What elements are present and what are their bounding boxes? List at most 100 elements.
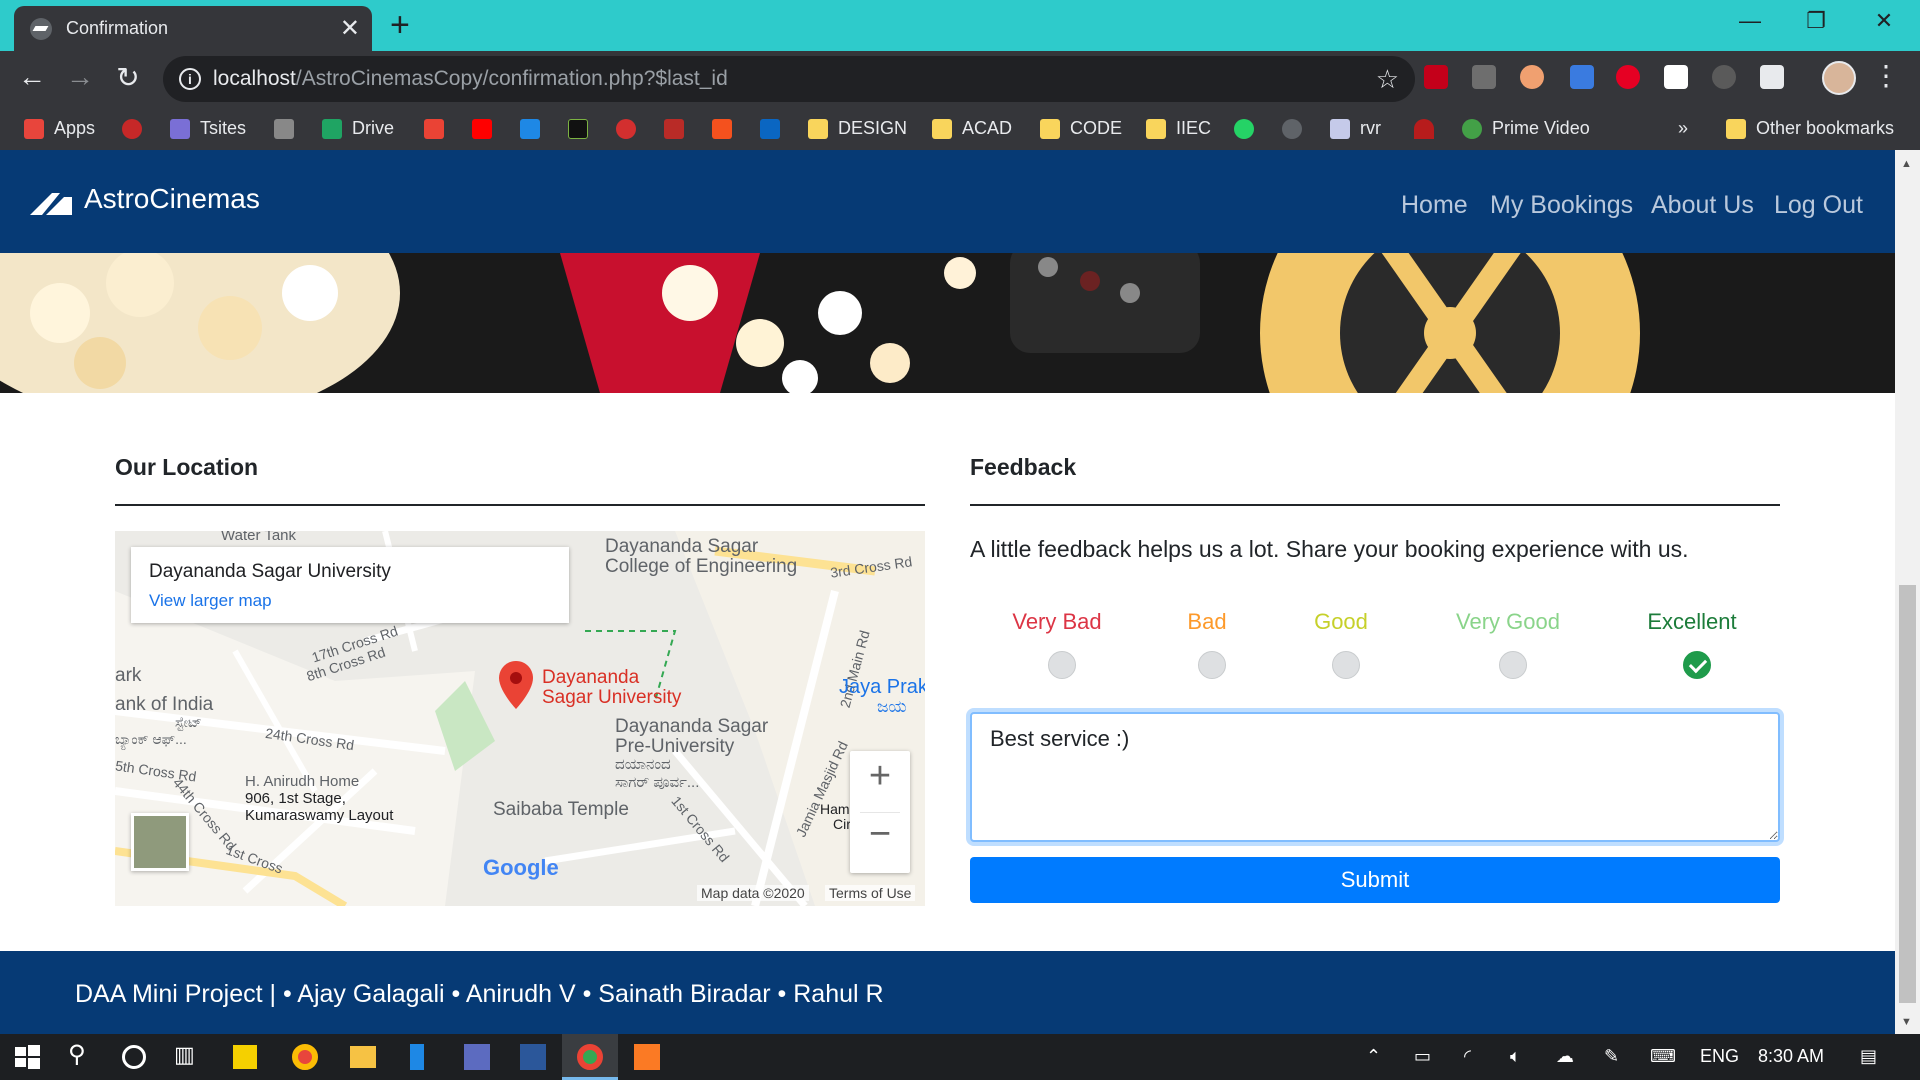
close-tab-icon[interactable]: ✕ xyxy=(340,14,360,43)
word-icon[interactable] xyxy=(520,1044,546,1070)
bookmark-astro[interactable] xyxy=(1282,107,1312,150)
bookmark-youtube[interactable] xyxy=(472,107,502,150)
dark-mode-extension-icon[interactable] xyxy=(1712,65,1736,89)
bookmark-iiec[interactable]: IIEC xyxy=(1146,107,1211,150)
submit-button[interactable]: Submit xyxy=(970,857,1780,903)
clock-time[interactable]: 8:30 AM xyxy=(1758,1046,1824,1067)
close-window-icon[interactable]: ✕ xyxy=(1864,8,1904,34)
bookmark-apps[interactable]: Apps xyxy=(24,107,95,150)
pen-extension-icon[interactable] xyxy=(1570,65,1594,89)
map-label-bank-3: ಬ್ಯಾಂಕ್ ಆಫ್... xyxy=(115,731,187,747)
scroll-down-icon[interactable]: ▼ xyxy=(1901,1016,1912,1028)
show-hidden-icons[interactable]: ⌃ xyxy=(1366,1046,1381,1067)
onedrive-icon[interactable]: ☁ xyxy=(1556,1046,1574,1067)
notion-extension-icon[interactable] xyxy=(1664,65,1688,89)
bookmark-other[interactable]: Other bookmarks xyxy=(1726,107,1894,150)
bookmark-star[interactable] xyxy=(568,107,598,150)
rating-excellent-radio[interactable] xyxy=(1683,651,1711,679)
wifi-icon[interactable]: ◜ xyxy=(1464,1046,1471,1067)
nav-log-out[interactable]: Log Out xyxy=(1774,191,1863,220)
cortana-icon[interactable] xyxy=(122,1045,146,1069)
address-bar[interactable]: i localhost/AstroCinemasCopy/confirmatio… xyxy=(163,56,1415,102)
bookmark-gauge[interactable] xyxy=(1414,107,1444,150)
forward-icon[interactable]: → xyxy=(62,61,98,93)
zoom-out-icon[interactable]: − xyxy=(850,813,910,856)
rating-bad-radio[interactable] xyxy=(1198,651,1226,679)
zoom-in-icon[interactable]: + xyxy=(850,755,910,798)
embedded-map[interactable]: Dayananda Sagar University View larger m… xyxy=(115,531,925,906)
bookmark-globe[interactable] xyxy=(122,107,152,150)
nav-my-bookings[interactable]: My Bookings xyxy=(1490,191,1633,220)
chrome-taskbar-icon[interactable] xyxy=(292,1044,318,1070)
input-language[interactable]: ENG xyxy=(1700,1046,1739,1067)
bookmark-whatsapp[interactable] xyxy=(1234,107,1264,150)
bookmark-linkedin[interactable] xyxy=(760,107,790,150)
map-label-preu-1: Dayananda Sagar xyxy=(615,716,769,737)
page-scrollbar[interactable]: ▲ ▼ xyxy=(1895,150,1920,1034)
new-tab-button[interactable]: + xyxy=(390,6,410,44)
map-label-jaya-1: Jaya Prak xyxy=(839,676,925,698)
window-extension-icon[interactable] xyxy=(1760,65,1784,89)
restore-icon[interactable]: ❐ xyxy=(1796,8,1836,34)
site-info-icon[interactable]: i xyxy=(179,68,201,90)
view-larger-map-link[interactable]: View larger map xyxy=(149,591,272,611)
chrome-active-taskbar-slot[interactable] xyxy=(562,1034,618,1080)
map-terms-link[interactable]: Terms of Use xyxy=(825,885,916,901)
profile-avatar[interactable] xyxy=(1822,61,1856,95)
search-icon[interactable]: ⚲ xyxy=(68,1040,86,1069)
map-satellite-toggle[interactable] xyxy=(131,813,189,871)
bookmark-code[interactable]: CODE xyxy=(1040,107,1122,150)
bookmark-q[interactable] xyxy=(664,107,694,150)
task-view-icon[interactable]: ▥ xyxy=(174,1042,195,1068)
bookmark-acad[interactable]: ACAD xyxy=(932,107,1012,150)
bookmark-star-icon[interactable]: ☆ xyxy=(1376,64,1399,95)
browser-menu-icon[interactable]: ⋮ xyxy=(1872,59,1900,92)
pinterest-extension-icon[interactable] xyxy=(1616,65,1640,89)
bookmark-label: IIEC xyxy=(1176,118,1212,138)
windows-start-icon[interactable] xyxy=(12,1042,42,1072)
bookmark-design[interactable]: DESIGN xyxy=(808,107,907,150)
site-favicon-icon xyxy=(30,18,52,40)
bookmark-gmail[interactable] xyxy=(424,107,454,150)
bookmark-rvr[interactable]: rvr xyxy=(1330,107,1381,150)
volume-icon[interactable]: 🔈︎ xyxy=(1510,1046,1521,1067)
battery-icon[interactable]: ▭ xyxy=(1414,1046,1431,1067)
rating-very-good-radio[interactable] xyxy=(1499,651,1527,679)
nav-home[interactable]: Home xyxy=(1401,191,1468,220)
keyboard-icon[interactable]: ⌨ xyxy=(1650,1046,1676,1067)
bookmark-prime[interactable]: Prime Video xyxy=(1462,107,1590,150)
minimize-icon[interactable]: — xyxy=(1730,8,1770,34)
lightbulb-extension-icon[interactable] xyxy=(1472,65,1496,89)
file-explorer-icon[interactable] xyxy=(350,1046,376,1068)
bookmark-tsites[interactable]: Tsites xyxy=(170,107,246,150)
scrollbar-thumb[interactable] xyxy=(1899,585,1916,1003)
bookmarks-overflow[interactable]: » xyxy=(1678,107,1688,150)
bookmark-ub[interactable] xyxy=(274,107,304,150)
nav-about-us[interactable]: About Us xyxy=(1651,191,1754,220)
scroll-up-icon[interactable]: ▲ xyxy=(1901,158,1912,170)
reload-icon[interactable]: ↻ xyxy=(110,61,146,94)
feedback-textarea[interactable]: Best service :) xyxy=(970,712,1780,842)
map-label-ham-2: Cir xyxy=(833,816,851,832)
bookmarks-bar: Apps Tsites Drive DESIGN ACAD CODE IIEC … xyxy=(0,107,1920,150)
tab-strip: Confirmation ✕ + — ❐ ✕ xyxy=(0,0,1920,51)
brand-name[interactable]: AstroCinemas xyxy=(84,183,260,215)
rating-good-radio[interactable] xyxy=(1332,651,1360,679)
back-icon[interactable]: ← xyxy=(14,61,50,93)
network-app-icon[interactable] xyxy=(464,1044,490,1070)
xampp-icon[interactable] xyxy=(634,1044,660,1070)
bookmark-tdf[interactable] xyxy=(520,107,550,150)
astro-logo-icon[interactable] xyxy=(30,191,72,215)
phone-app-icon[interactable] xyxy=(410,1044,424,1070)
map-pin-icon[interactable] xyxy=(499,661,533,709)
action-center-icon[interactable]: ▤ xyxy=(1860,1046,1877,1067)
ublock-extension-icon[interactable] xyxy=(1424,65,1448,89)
dropper-extension-icon[interactable] xyxy=(1520,65,1544,89)
sticky-notes-icon[interactable] xyxy=(233,1045,257,1069)
bookmark-ball[interactable] xyxy=(616,107,646,150)
bookmark-drive[interactable]: Drive xyxy=(322,107,394,150)
rating-very-bad-radio[interactable] xyxy=(1048,651,1076,679)
pen-icon[interactable]: ✎ xyxy=(1604,1046,1619,1067)
tab-confirmation[interactable]: Confirmation ✕ xyxy=(14,6,372,51)
bookmark-g[interactable] xyxy=(712,107,742,150)
